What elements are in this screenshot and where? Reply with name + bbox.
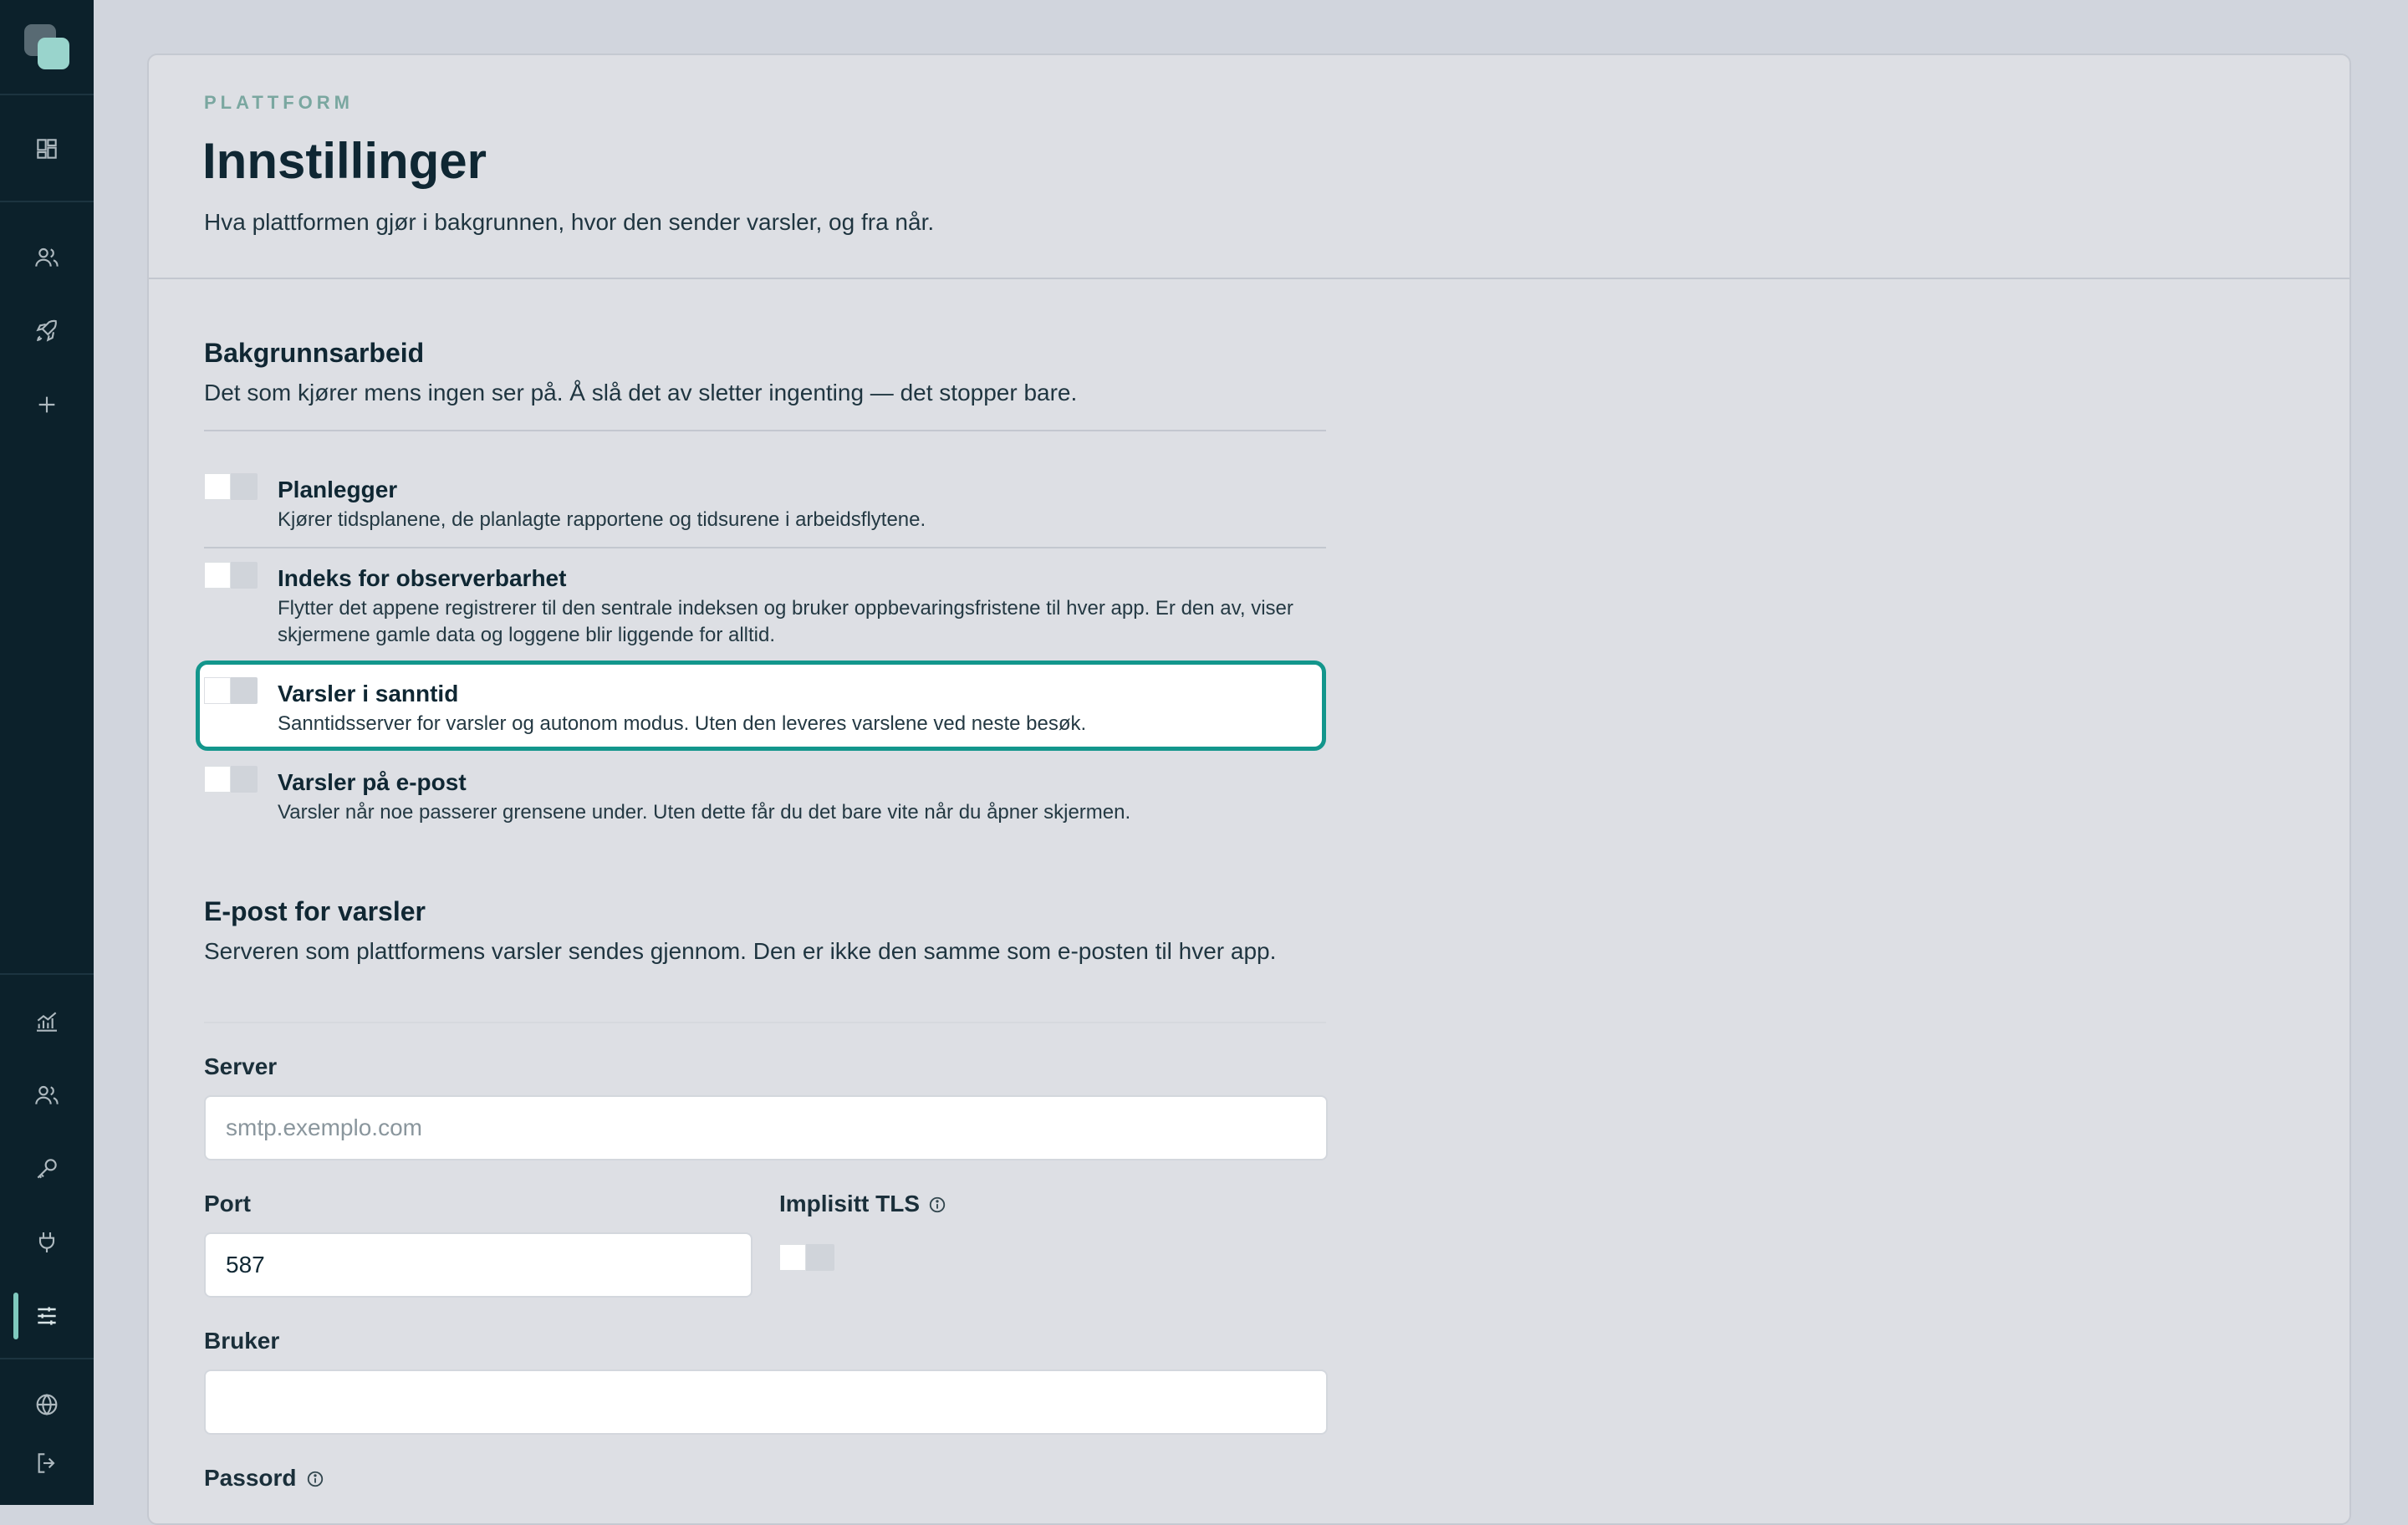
setting-label: Varsler på e-post [278,769,467,795]
info-icon[interactable] [928,1196,946,1214]
user-input[interactable] [204,1369,1328,1435]
server-label: Server [204,1053,278,1079]
setting-label: Varsler i sanntid [278,681,459,706]
sidebar-divider [0,201,94,202]
eyebrow-label: PLATTFORM [204,92,355,113]
sidebar-divider [0,973,94,975]
rocket-icon[interactable] [30,314,64,348]
plus-icon[interactable] [30,388,64,421]
setting-row-realtime-alerts: Varsler i sanntid Sanntidsserver for var… [204,677,1326,744]
server-input[interactable] [204,1095,1328,1160]
page-subtitle: Hva plattformen gjør i bakgrunnen, hvor … [204,209,935,235]
settings-panel: PLATTFORM Innstillinger Hva plattformen … [147,54,2351,1525]
password-label: Passord [204,1465,297,1491]
active-indicator [13,1293,18,1339]
observability-index-toggle[interactable] [204,562,258,589]
setting-label: Indeks for observerbarhet [278,565,567,591]
sliders-icon[interactable] [30,1299,64,1333]
implicit-tls-toggle[interactable] [779,1244,834,1271]
setting-description: Sanntidsserver for varsler og autonom mo… [278,712,1087,735]
setting-row-observability-index: Indeks for observerbarhet Flytter det ap… [204,562,1326,662]
section-divider [204,1022,1326,1023]
key-icon[interactable] [30,1152,64,1186]
port-input[interactable] [204,1232,752,1298]
team-icon[interactable] [30,1079,64,1112]
setting-row-scheduler: Planlegger Kjører tidsplanene, de planla… [204,473,1326,557]
port-label: Port [204,1191,251,1216]
setting-description: Varsler når noe passerer grensene under.… [278,801,1131,824]
users-icon[interactable] [30,241,64,274]
sidebar [0,0,94,1505]
email-section-title: E-post for varsler [204,896,426,926]
globe-icon[interactable] [30,1388,64,1421]
sidebar-divider [0,94,94,95]
setting-row-email-alerts: Varsler på e-post Varsler når noe passer… [204,766,1326,833]
row-divider [204,547,1326,548]
tls-label: Implisitt TLS [779,1191,920,1216]
logout-icon[interactable] [30,1446,64,1480]
section-divider [204,430,1326,431]
dashboard-icon[interactable] [30,132,64,166]
info-icon[interactable] [306,1470,324,1488]
email-alerts-toggle[interactable] [204,766,258,793]
background-section-description: Det som kjører mens ingen ser på. Å slå … [204,380,1078,405]
sidebar-divider [0,1358,94,1359]
background-section-title: Bakgrunnsarbeid [204,338,425,368]
setting-label: Planlegger [278,477,398,502]
setting-description: Flytter det appene registrerer til den s… [278,597,1293,646]
chart-icon[interactable] [30,1005,64,1038]
setting-description: Kjører tidsplanene, de planlagte rapport… [278,508,926,531]
header-divider [149,278,2349,279]
page-title: Innstillinger [202,133,487,189]
email-section-description: Serveren som plattformens varsler sendes… [204,938,1277,964]
realtime-alerts-toggle[interactable] [204,677,258,704]
plug-icon[interactable] [30,1226,64,1259]
user-label: Bruker [204,1328,280,1354]
app-logo[interactable] [24,24,71,71]
scheduler-toggle[interactable] [204,473,258,500]
